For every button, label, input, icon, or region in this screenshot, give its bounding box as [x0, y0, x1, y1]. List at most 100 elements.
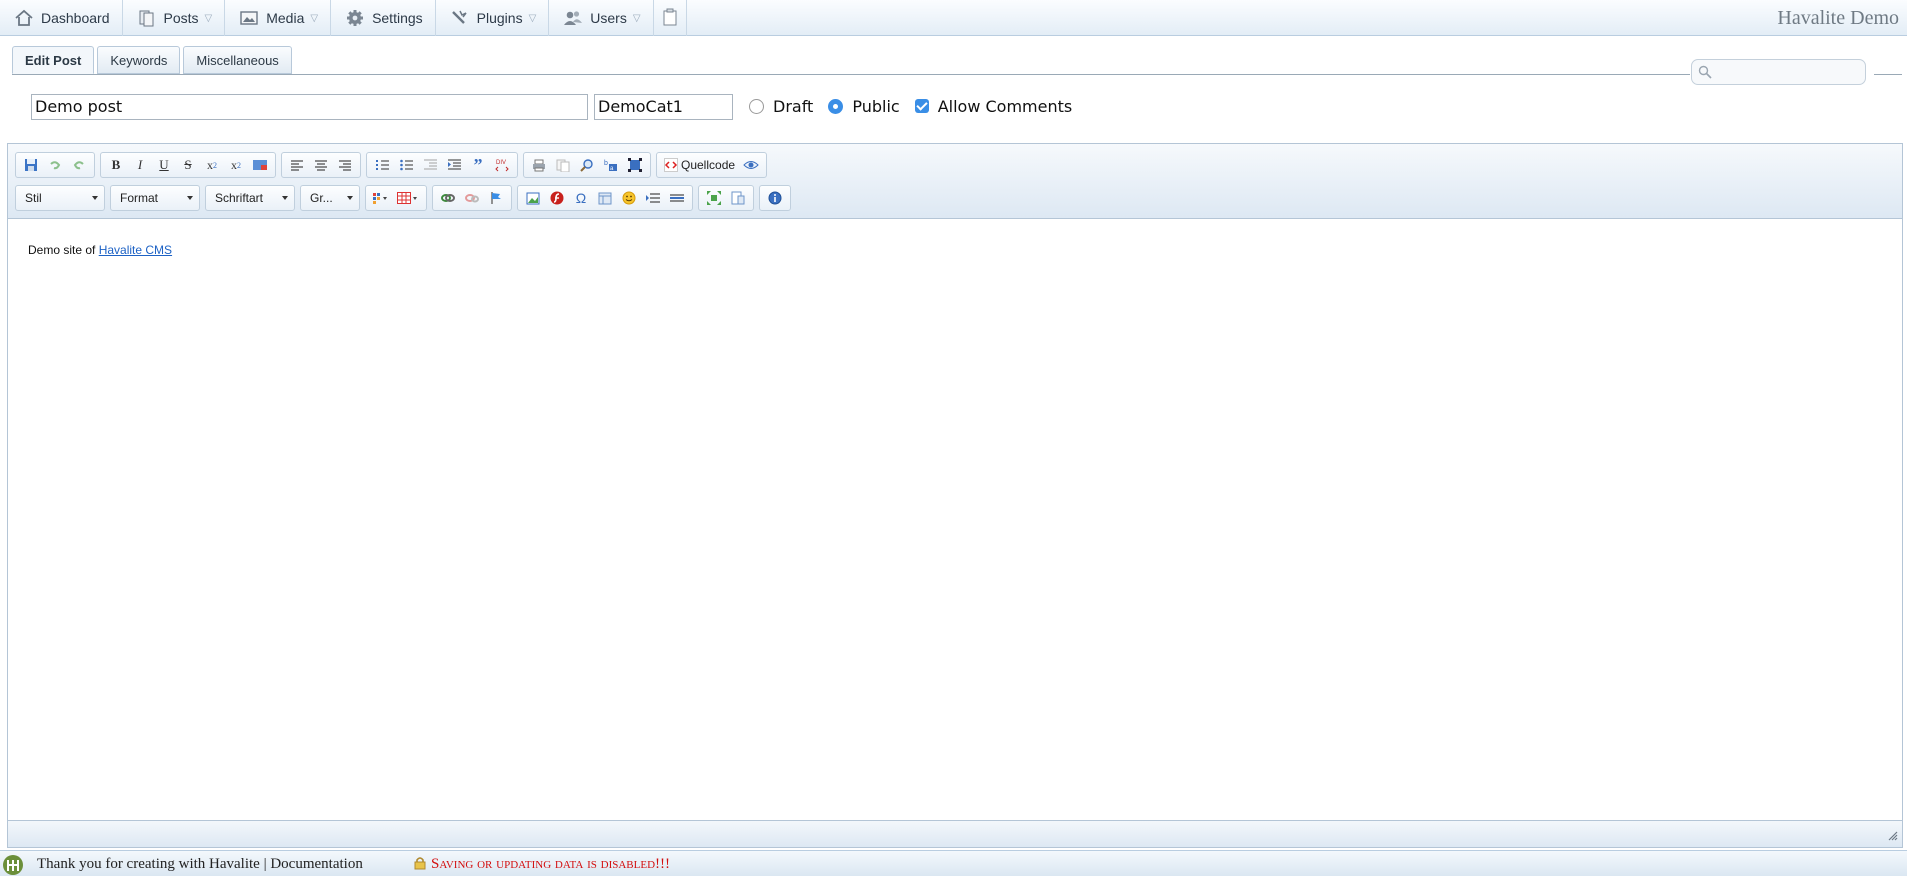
nav-users[interactable]: Users ▽: [549, 0, 654, 36]
nav-clipboard[interactable]: [654, 0, 687, 36]
align-center-icon[interactable]: [309, 154, 333, 176]
bold-icon[interactable]: B: [104, 154, 128, 176]
indent-icon[interactable]: [442, 154, 466, 176]
templates-icon[interactable]: [551, 154, 575, 176]
toolbar-group-align: [281, 152, 361, 178]
unlink-icon[interactable]: [460, 187, 484, 209]
svg-text:b: b: [604, 160, 608, 167]
source-label: Quellcode: [681, 158, 736, 172]
editor-status-bar: [8, 820, 1902, 847]
toolbar-group-links: [432, 185, 512, 211]
style-dropdown-label: Stil: [25, 191, 42, 205]
post-category-field[interactable]: DemoCat1: [594, 94, 733, 120]
nav-media[interactable]: Media ▽: [225, 0, 332, 36]
resize-grip-icon[interactable]: [1888, 829, 1898, 844]
nav-label: Plugins: [476, 10, 523, 26]
chevron-down-icon: [187, 196, 193, 200]
tab-edit-post[interactable]: Edit Post: [12, 46, 95, 74]
find-icon[interactable]: [575, 154, 599, 176]
print-icon[interactable]: [527, 154, 551, 176]
nav-dashboard[interactable]: Dashboard: [0, 0, 123, 36]
toolbar-group-colors: [365, 185, 427, 211]
lock-icon: [414, 856, 426, 873]
size-dropdown[interactable]: Gr...: [300, 185, 360, 211]
bullet-list-icon[interactable]: [394, 154, 418, 176]
image-icon[interactable]: [521, 187, 545, 209]
preview-icon[interactable]: [739, 154, 763, 176]
tab-keywords[interactable]: Keywords: [97, 46, 181, 74]
size-dropdown-label: Gr...: [310, 191, 333, 205]
draft-radio[interactable]: [749, 98, 764, 114]
style-dropdown[interactable]: Stil: [15, 185, 105, 211]
allow-comments-label: Allow Comments: [937, 96, 1073, 116]
info-icon[interactable]: [763, 187, 787, 209]
remove-format-icon[interactable]: [248, 154, 272, 176]
editor-toolbar: B I U S x2 x2 ” DIV b a Quellcode Stil F…: [8, 144, 1902, 219]
blockquote-icon[interactable]: ”: [466, 154, 490, 176]
public-radio[interactable]: [828, 98, 844, 114]
main-menu: Dashboard Posts ▽ Media ▽ Settings Plugi…: [0, 0, 687, 36]
iframe-icon[interactable]: [593, 187, 617, 209]
underline-icon[interactable]: U: [152, 154, 176, 176]
special-character-icon[interactable]: Ω: [569, 187, 593, 209]
chevron-down-icon[interactable]: ▽: [529, 13, 537, 24]
post-title-field[interactable]: Demo post: [31, 94, 588, 120]
content-link[interactable]: Havalite CMS: [99, 243, 172, 257]
replace-icon[interactable]: ba: [599, 154, 623, 176]
numbered-list-icon[interactable]: [370, 154, 394, 176]
subscript-icon[interactable]: x2: [200, 154, 224, 176]
redo-icon[interactable]: [67, 154, 91, 176]
show-blocks-icon[interactable]: [726, 187, 750, 209]
font-dropdown-label: Schriftart: [215, 191, 264, 205]
toolbar-group-insert: Ω: [517, 185, 693, 211]
source-button[interactable]: Quellcode: [660, 154, 739, 176]
maximize-icon[interactable]: [702, 187, 726, 209]
align-right-icon[interactable]: [333, 154, 357, 176]
format-dropdown[interactable]: Format: [110, 185, 200, 211]
horizontal-rule-icon[interactable]: [665, 187, 689, 209]
div-container-icon[interactable]: DIV: [490, 154, 514, 176]
posts-icon: [137, 9, 157, 27]
undo-icon[interactable]: [43, 154, 67, 176]
outdent-icon[interactable]: [418, 154, 442, 176]
toolbar-group-lists: ” DIV: [366, 152, 518, 178]
footer-thanks-text: Thank you for creating with Havalite | D…: [37, 856, 363, 872]
superscript-icon[interactable]: x2: [224, 154, 248, 176]
public-label: Public: [852, 96, 900, 116]
home-icon: [14, 9, 34, 27]
table-icon[interactable]: [393, 187, 423, 209]
align-left-icon[interactable]: [285, 154, 309, 176]
link-icon[interactable]: [436, 187, 460, 209]
post-options: Draft Public Allow Comments: [749, 94, 1087, 118]
select-all-icon[interactable]: [623, 154, 647, 176]
editor-content[interactable]: Demo site of Havalite CMS: [8, 220, 1902, 820]
site-brand[interactable]: Havalite Demo: [1777, 7, 1899, 30]
allow-comments-checkbox[interactable]: [914, 99, 929, 113]
text-color-icon[interactable]: [369, 187, 393, 209]
nav-posts[interactable]: Posts ▽: [123, 0, 226, 36]
save-icon[interactable]: [19, 154, 43, 176]
smiley-icon[interactable]: [617, 187, 641, 209]
font-dropdown[interactable]: Schriftart: [205, 185, 295, 211]
media-icon: [239, 9, 259, 27]
toolbar-group-about: [759, 185, 791, 211]
nav-settings[interactable]: Settings: [331, 0, 436, 36]
search-input[interactable]: [1691, 59, 1866, 85]
page-break-icon[interactable]: [641, 187, 665, 209]
toolbar-group-view: [698, 185, 754, 211]
italic-icon[interactable]: I: [128, 154, 152, 176]
flash-icon[interactable]: [545, 187, 569, 209]
tab-miscellaneous[interactable]: Miscellaneous: [183, 46, 292, 74]
warning-text: Saving or updating data is disabled!!!: [431, 856, 670, 872]
strikethrough-icon[interactable]: S: [176, 154, 200, 176]
nav-label: Users: [590, 10, 627, 26]
plugin-icon: [450, 9, 470, 27]
chevron-down-icon[interactable]: ▽: [205, 13, 213, 24]
chevron-down-icon[interactable]: ▽: [633, 13, 641, 24]
source-code-icon: [664, 158, 678, 172]
nav-plugins[interactable]: Plugins ▽: [436, 0, 550, 36]
toolbar-group-basic: B I U S x2 x2: [100, 152, 276, 178]
anchor-icon[interactable]: [484, 187, 508, 209]
svg-text:DIV: DIV: [496, 160, 506, 166]
chevron-down-icon[interactable]: ▽: [310, 13, 318, 24]
